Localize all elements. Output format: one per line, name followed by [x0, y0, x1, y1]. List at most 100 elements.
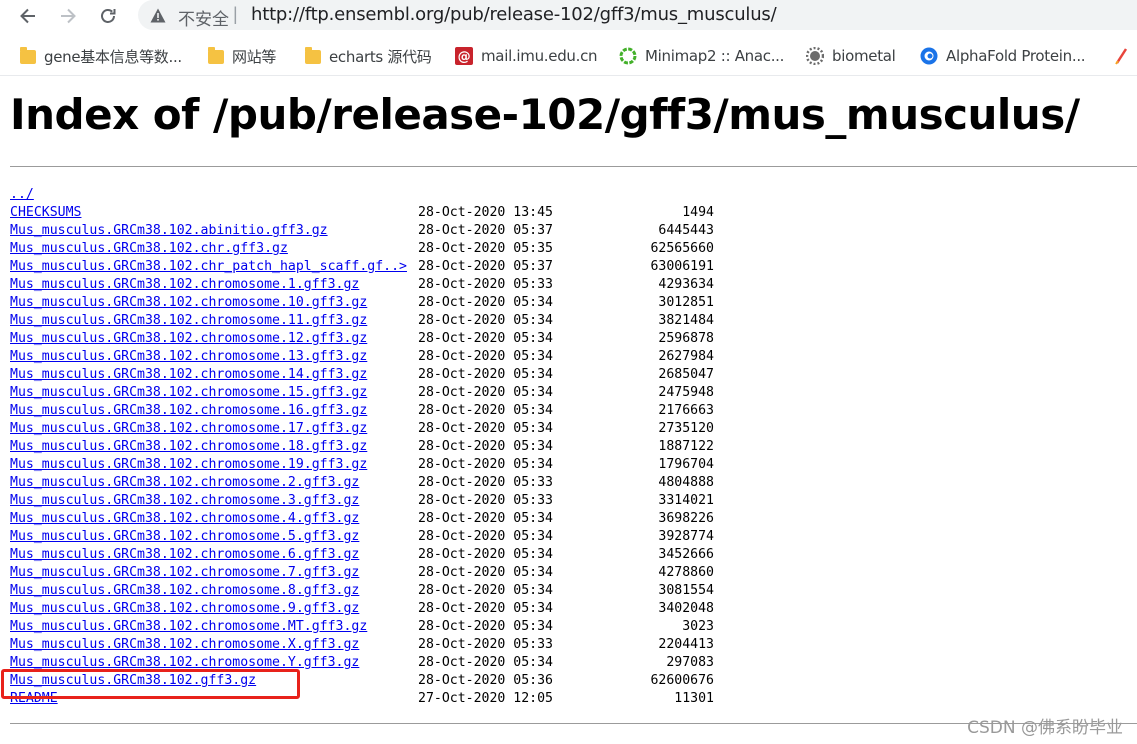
- file-link[interactable]: Mus_musculus.GRCm38.102.chromosome.18.gf…: [10, 438, 367, 456]
- bookmark-label: echarts 源代码: [329, 47, 432, 66]
- file-link[interactable]: Mus_musculus.GRCm38.102.chromosome.6.gff…: [10, 546, 359, 564]
- back-button[interactable]: [14, 2, 42, 30]
- file-date: 28-Oct-2020 05:33: [418, 277, 553, 292]
- highlight-box: [1, 669, 300, 699]
- file-date: 28-Oct-2020 05:35: [418, 241, 553, 256]
- table-row: Mus_musculus.GRCm38.102.chr.gff3.gz 28-Oc…: [10, 240, 714, 258]
- url-separator: |: [233, 4, 238, 24]
- svg-text:@: @: [458, 50, 471, 65]
- bookmark-websites[interactable]: 网站等: [208, 45, 276, 67]
- file-size: 3314021: [658, 493, 714, 508]
- bookmark-overflow[interactable]: [1113, 45, 1131, 67]
- page-title: Index of /pub/release-102/gff3/mus_muscu…: [10, 90, 1080, 139]
- file-link[interactable]: Mus_musculus.GRCm38.102.chromosome.2.gff…: [10, 474, 359, 492]
- parent-directory-link[interactable]: ../: [10, 186, 34, 204]
- file-size: 2735120: [658, 421, 714, 436]
- file-link[interactable]: Mus_musculus.GRCm38.102.chromosome.10.gf…: [10, 294, 367, 312]
- file-link[interactable]: Mus_musculus.GRCm38.102.chr_patch_hapl_s…: [10, 258, 407, 276]
- gear-icon: [805, 46, 825, 66]
- file-size: 2204413: [658, 637, 714, 652]
- file-listing: ../ CHECKSUMS 28-Oct-2020 13:45 1494 Mus_mu…: [10, 186, 714, 708]
- file-link[interactable]: Mus_musculus.GRCm38.102.chromosome.11.gf…: [10, 312, 367, 330]
- file-size: 2176663: [658, 403, 714, 418]
- table-row: Mus_musculus.GRCm38.102.chromosome.1.gff…: [10, 276, 714, 294]
- file-link[interactable]: CHECKSUMS: [10, 204, 81, 222]
- file-link[interactable]: Mus_musculus.GRCm38.102.chromosome.MT.gf…: [10, 618, 367, 636]
- file-size: 3012851: [658, 295, 714, 310]
- file-size: 297083: [666, 655, 714, 670]
- file-date: 28-Oct-2020 05:33: [418, 493, 553, 508]
- bookmark-label: Minimap2 :: Anac...: [645, 47, 785, 65]
- file-link[interactable]: Mus_musculus.GRCm38.102.abinitio.gff3.gz: [10, 222, 328, 240]
- file-link[interactable]: Mus_musculus.GRCm38.102.chromosome.13.gf…: [10, 348, 367, 366]
- table-row: CHECKSUMS 28-Oct-2020 13:45 1494: [10, 204, 714, 222]
- file-date: 28-Oct-2020 05:36: [418, 673, 553, 688]
- table-row: Mus_musculus.GRCm38.102.chromosome.8.gff…: [10, 582, 714, 600]
- file-link[interactable]: Mus_musculus.GRCm38.102.chromosome.15.gf…: [10, 384, 367, 402]
- file-date: 28-Oct-2020 05:34: [418, 385, 553, 400]
- file-link[interactable]: Mus_musculus.GRCm38.102.chromosome.8.gff…: [10, 582, 359, 600]
- table-row: Mus_musculus.GRCm38.102.chromosome.15.gf…: [10, 384, 714, 402]
- bookmark-alphafold[interactable]: AlphaFold Protein...: [920, 45, 1086, 67]
- bookmark-echarts[interactable]: echarts 源代码: [305, 45, 432, 67]
- file-size: 3023: [682, 619, 714, 634]
- reload-button[interactable]: [94, 2, 122, 30]
- table-row: Mus_musculus.GRCm38.102.chromosome.X.gff…: [10, 636, 714, 654]
- file-date: 28-Oct-2020 05:34: [418, 457, 553, 472]
- file-link[interactable]: Mus_musculus.GRCm38.102.chromosome.19.gf…: [10, 456, 367, 474]
- security-label[interactable]: 不安全: [178, 5, 229, 30]
- file-date: 28-Oct-2020 05:34: [418, 439, 553, 454]
- file-size: 3402048: [658, 601, 714, 616]
- file-size: 3928774: [658, 529, 714, 544]
- file-date: 28-Oct-2020 05:34: [418, 655, 553, 670]
- address-bar[interactable]: 不安全 | http://ftp.ensembl.org/pub/release…: [138, 0, 1137, 30]
- file-link[interactable]: Mus_musculus.GRCm38.102.chromosome.3.gff…: [10, 492, 359, 510]
- file-date: 28-Oct-2020 05:37: [418, 259, 553, 274]
- mail-icon: @: [455, 47, 473, 65]
- file-date: 28-Oct-2020 05:34: [418, 547, 553, 562]
- anaconda-icon: [619, 47, 637, 65]
- folder-icon: [305, 47, 321, 64]
- bookmark-biometal[interactable]: biometal: [805, 45, 896, 67]
- bookmark-minimap2[interactable]: Minimap2 :: Anac...: [619, 45, 784, 67]
- file-link[interactable]: Mus_musculus.GRCm38.102.chromosome.1.gff…: [10, 276, 359, 294]
- file-link[interactable]: Mus_musculus.GRCm38.102.chromosome.7.gff…: [10, 564, 359, 582]
- table-row: Mus_musculus.GRCm38.102.chromosome.13.gf…: [10, 348, 714, 366]
- browser-toolbar: 不安全 | http://ftp.ensembl.org/pub/release…: [0, 0, 1137, 32]
- reload-icon: [101, 9, 116, 23]
- file-link[interactable]: Mus_musculus.GRCm38.102.chromosome.17.gf…: [10, 420, 367, 438]
- table-row: Mus_musculus.GRCm38.102.chromosome.12.gf…: [10, 330, 714, 348]
- file-link[interactable]: Mus_musculus.GRCm38.102.chromosome.16.gf…: [10, 402, 367, 420]
- arrow-right-icon: [61, 8, 76, 24]
- file-date: 28-Oct-2020 05:33: [418, 475, 553, 490]
- bookmarks-bar: gene基本信息等数... 网站等 echarts 源代码 @ mail.imu…: [0, 36, 1137, 76]
- file-date: 28-Oct-2020 05:34: [418, 421, 553, 436]
- file-link[interactable]: Mus_musculus.GRCm38.102.chr.gff3.gz: [10, 240, 288, 258]
- pen-icon: [1113, 47, 1131, 65]
- file-date: 27-Oct-2020 12:05: [418, 691, 553, 706]
- warning-icon: [150, 8, 166, 23]
- folder-icon: [208, 47, 224, 64]
- file-link[interactable]: Mus_musculus.GRCm38.102.chromosome.5.gff…: [10, 528, 359, 546]
- file-date: 28-Oct-2020 05:34: [418, 529, 553, 544]
- table-row: Mus_musculus.GRCm38.102.chromosome.9.gff…: [10, 600, 714, 618]
- file-size: 2627984: [658, 349, 714, 364]
- folder-icon: [20, 47, 36, 64]
- bookmark-gene-info[interactable]: gene基本信息等数...: [20, 45, 182, 67]
- file-link[interactable]: Mus_musculus.GRCm38.102.chromosome.4.gff…: [10, 510, 359, 528]
- url-text[interactable]: http://ftp.ensembl.org/pub/release-102/g…: [251, 4, 777, 25]
- bookmark-label: mail.imu.edu.cn: [481, 47, 598, 65]
- file-size: 3821484: [658, 313, 714, 328]
- divider: [10, 166, 1137, 167]
- file-link[interactable]: Mus_musculus.GRCm38.102.chromosome.12.gf…: [10, 330, 367, 348]
- file-size: 4804888: [658, 475, 714, 490]
- file-date: 28-Oct-2020 05:34: [418, 511, 553, 526]
- file-link[interactable]: Mus_musculus.GRCm38.102.chromosome.14.gf…: [10, 366, 367, 384]
- file-link[interactable]: Mus_musculus.GRCm38.102.chromosome.9.gff…: [10, 600, 359, 618]
- bookmark-mail[interactable]: @ mail.imu.edu.cn: [455, 45, 598, 67]
- file-size: 62565660: [650, 241, 714, 256]
- file-link[interactable]: Mus_musculus.GRCm38.102.chromosome.X.gff…: [10, 636, 359, 654]
- forward-button[interactable]: [54, 2, 82, 30]
- page-content: Index of /pub/release-102/gff3/mus_muscu…: [0, 78, 1137, 744]
- table-row: Mus_musculus.GRCm38.102.chromosome.14.gf…: [10, 366, 714, 384]
